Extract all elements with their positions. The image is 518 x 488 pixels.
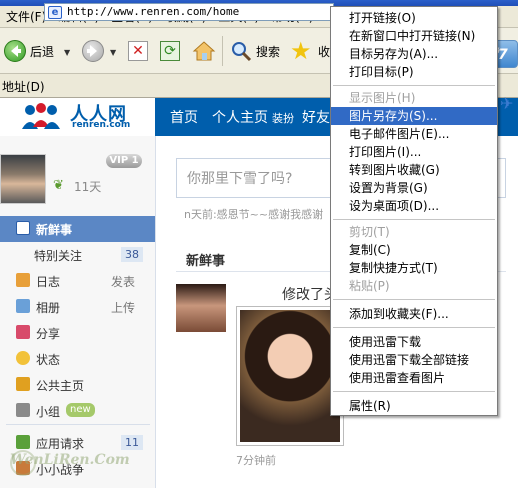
ie-page-icon: e [48,6,62,19]
ctx-add-to-favorites[interactable]: 添加到收藏夹(F)... [331,305,497,323]
chevron-down-icon[interactable]: ▼ [64,48,70,57]
sidebar-item-label: 小组 [36,405,61,419]
ctx-separator [333,219,495,220]
app-icon [16,435,30,449]
sidebar-item-groups[interactable]: 小组 new [0,398,155,424]
ctx-show-picture: 显示图片(H) [349,91,416,105]
sidebar-divider [6,424,150,425]
feed-timestamp: 7分钟前 [236,454,276,467]
sidebar-item-status[interactable]: 状态 [0,346,155,372]
address-label: 地址(D) [2,80,45,94]
new-badge: new [66,403,95,417]
ctx-separator [333,391,495,392]
sidebar-item-label: 相册 [36,301,61,315]
ctx-go-to-pictures[interactable]: 转到图片收藏(G) [331,161,497,179]
sidebar-item-albums[interactable]: 相册 上传 [0,294,155,320]
upload-link[interactable]: 上传 [111,299,135,316]
ctx-print-target[interactable]: 打印目标(P) [331,63,497,81]
sidebar-item-label: 状态 [36,353,61,367]
stop-icon[interactable]: ✕ [128,41,148,61]
favorites-button-label[interactable]: 收 [318,44,330,60]
ctx-cut: 剪切(T) [349,225,390,239]
ctx-paste: 粘贴(P) [349,279,390,293]
nav-decorate[interactable]: 装扮 [272,110,294,126]
ctx-separator [333,299,495,300]
status-icon [16,351,30,365]
nav-profile[interactable]: 个人主页 [212,107,268,127]
sidebar-item-public-pages[interactable]: 公共主页 [0,372,155,398]
status-input[interactable]: 你那里下雪了吗? [187,168,292,188]
refresh-icon[interactable]: ⟳ [160,41,180,61]
ctx-copy-shortcut[interactable]: 复制快捷方式(T) [331,259,497,277]
sprout-icon: ❦ [53,178,64,193]
member-days: 11天 [74,180,102,194]
toolbar-separator [222,36,223,66]
sidebar-item-news-feed[interactable]: 新鲜事 [0,216,155,242]
share-icon [16,325,30,339]
ctx-xunlei-view-pictures[interactable]: 使用迅雷查看图片 [331,369,497,387]
ctx-open-link[interactable]: 打开链接(O) [331,9,497,27]
sidebar-item-label: 公共主页 [36,379,85,393]
sidebar-item-label: 新鲜事 [36,223,73,237]
context-menu: 打开链接(O) 在新窗口中打开链接(N) 目标另存为(A)... 打印目标(P)… [330,6,498,416]
search-icon[interactable] [230,40,252,62]
watermark: WenLiRen.Com [10,452,130,468]
renren-logo-icon[interactable] [20,103,62,129]
sidebar-item-label: 特别关注 [34,249,83,263]
ctx-open-new-window[interactable]: 在新窗口中打开链接(N) [331,27,497,45]
sidebar-item-label: 日志 [36,275,61,289]
back-button-label[interactable]: 后退 [30,44,54,60]
ctx-set-background[interactable]: 设置为背景(G) [331,179,497,197]
public-page-icon [16,377,30,391]
chevron-down-icon[interactable]: ▼ [110,48,116,57]
blog-icon [16,273,30,287]
section-title: 新鲜事 [186,254,226,269]
feed-avatar[interactable] [176,284,226,332]
home-icon[interactable] [192,40,216,62]
count-badge: 38 [121,247,143,262]
last-status-text: n天前:感恩节~~感谢我感谢 [184,208,324,221]
ctx-email-picture[interactable]: 电子邮件图片(E)... [331,125,497,143]
nav-home[interactable]: 首页 [170,107,198,127]
search-button-label[interactable]: 搜索 [256,44,280,60]
vip-badge[interactable]: VIP 1 [106,154,142,168]
feed-photo-image [240,310,340,442]
site-logo-domain: renren.com [72,120,131,130]
count-badge: 11 [121,435,143,450]
feed-icon [16,221,30,235]
forward-arrow-icon[interactable] [82,40,104,62]
ctx-set-desktop-item[interactable]: 设为桌面项(D)... [331,197,497,215]
avatar[interactable] [0,154,46,204]
album-icon [16,299,30,313]
sidebar-item-share[interactable]: 分享 [0,320,155,346]
feed-photo[interactable] [236,306,344,446]
xunlei-bird-icon: ✈ [500,94,514,113]
address-input[interactable]: http://www.renren.com/home [44,3,334,21]
ctx-save-target[interactable]: 目标另存为(A)... [331,45,497,63]
ctx-properties[interactable]: 属性(R) [331,397,497,415]
back-arrow-icon[interactable] [4,40,26,62]
sidebar-item-label: 应用请求 [36,437,85,451]
publish-link[interactable]: 发表 [111,273,135,290]
group-icon [16,403,30,417]
sidebar-item-label: 分享 [36,327,61,341]
ctx-print-picture[interactable]: 打印图片(I)... [331,143,497,161]
ctx-copy[interactable]: 复制(C) [331,241,497,259]
sidebar-item-special-follow[interactable]: 特别关注 38 [0,242,155,268]
ctx-separator [333,85,495,86]
ctx-save-picture-as[interactable]: 图片另存为(S)... [331,107,497,125]
ctx-xunlei-download-all[interactable]: 使用迅雷下载全部链接 [331,351,497,369]
sidebar-item-blog[interactable]: 日志 发表 [0,268,155,294]
nav-friends[interactable]: 好友 [302,107,330,127]
ctx-xunlei-download[interactable]: 使用迅雷下载 [331,333,497,351]
ctx-separator [333,327,495,328]
favorites-star-icon[interactable]: ★ [290,39,314,63]
